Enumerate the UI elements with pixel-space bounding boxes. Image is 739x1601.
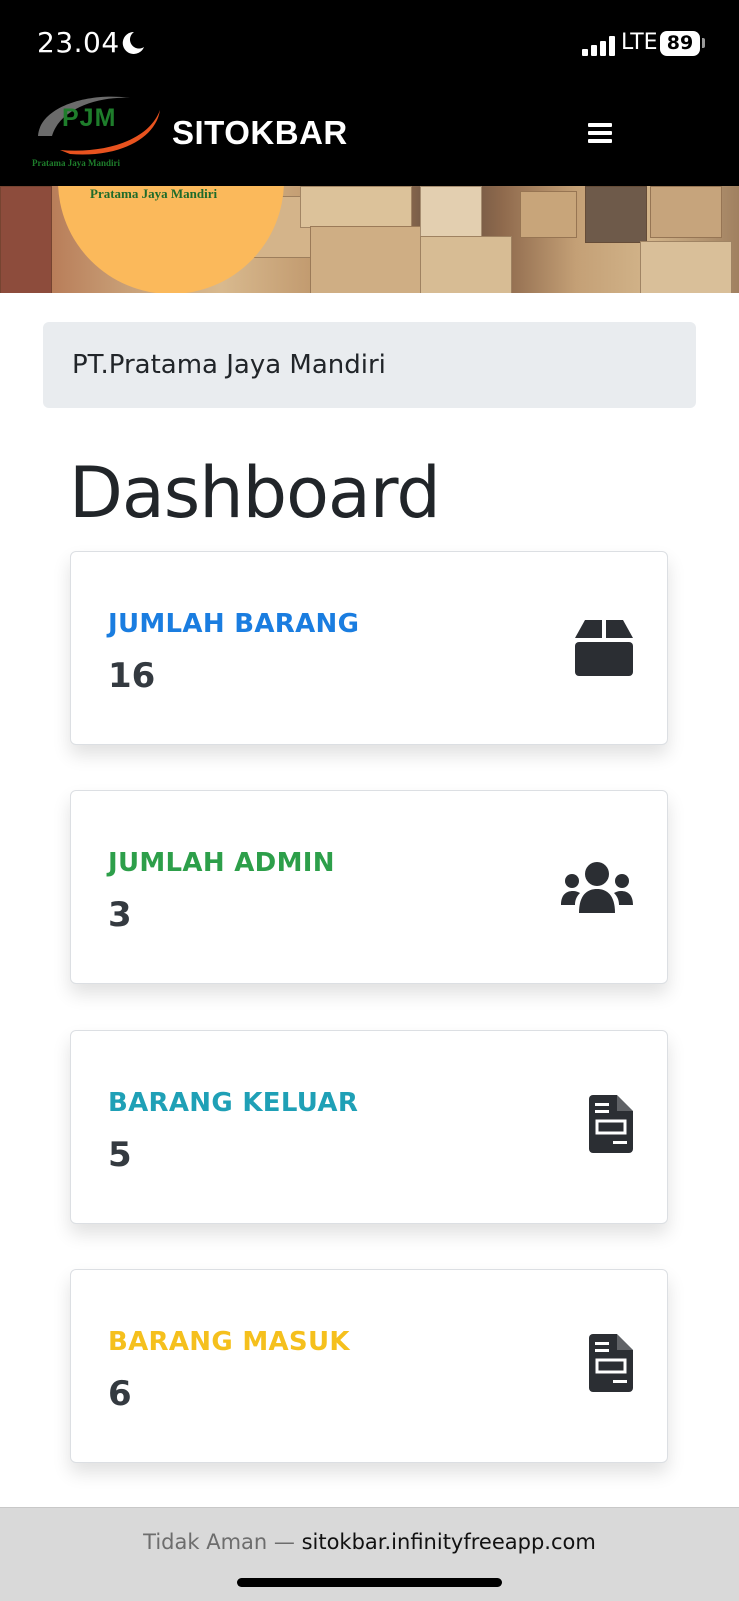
card-value: 5 <box>108 1135 132 1175</box>
breadcrumb: PT.Pratama Jaya Mandiri <box>43 322 696 408</box>
card-label: BARANG KELUAR <box>108 1088 359 1118</box>
stat-card-jumlah-barang[interactable]: JUMLAH BARANG 16 <box>70 551 668 745</box>
status-bar: 23.04 LTE 89 <box>0 0 739 88</box>
battery-level: 89 <box>660 31 700 56</box>
battery-tip <box>702 38 705 48</box>
network-type: LTE <box>621 30 658 55</box>
status-time: 23.04 <box>37 26 120 59</box>
navbar: PJM Pratama Jaya Mandiri SITOKBAR <box>0 88 739 186</box>
hamburger-line <box>588 123 612 127</box>
card-label: JUMLAH BARANG <box>108 609 360 639</box>
menu-toggle-button[interactable] <box>588 123 612 143</box>
banner-box <box>0 186 52 293</box>
banner-box <box>650 186 722 238</box>
card-value: 6 <box>108 1374 132 1414</box>
logo-text: PJM <box>62 104 117 132</box>
hamburger-line <box>588 131 612 135</box>
card-value: 3 <box>108 895 132 935</box>
banner-box <box>310 226 422 293</box>
file-invoice-icon <box>589 1334 633 1392</box>
stat-card-barang-keluar[interactable]: BARANG KELUAR 5 <box>70 1030 668 1224</box>
users-icon <box>561 862 633 913</box>
logo-tagline: Pratama Jaya Mandiri <box>32 158 120 168</box>
banner-box <box>420 236 512 293</box>
banner-circle: Pratama Jaya Mandiri <box>58 186 284 293</box>
signal-icon <box>582 36 615 56</box>
header-banner: Pratama Jaya Mandiri <box>0 186 739 293</box>
url-display[interactable]: Tidak Aman — sitokbar.infinityfreeapp.co… <box>0 1530 739 1554</box>
card-label: BARANG MASUK <box>108 1327 350 1357</box>
banner-box <box>520 191 577 238</box>
card-value: 16 <box>108 656 156 696</box>
hamburger-line <box>588 139 612 143</box>
moon-icon <box>122 31 144 54</box>
banner-box <box>585 186 647 243</box>
box-icon <box>575 620 633 676</box>
security-label: Tidak Aman — <box>143 1530 295 1554</box>
page-title: Dashboard <box>69 452 441 534</box>
brand-title[interactable]: SITOKBAR <box>172 114 348 152</box>
banner-box <box>640 241 732 293</box>
banner-box <box>300 186 412 228</box>
banner-circle-text: Pratama Jaya Mandiri <box>90 186 218 201</box>
banner-box <box>420 186 482 238</box>
file-invoice-icon <box>589 1095 633 1153</box>
stat-card-jumlah-admin[interactable]: JUMLAH ADMIN 3 <box>70 790 668 984</box>
card-label: JUMLAH ADMIN <box>108 848 335 878</box>
stat-card-barang-masuk[interactable]: BARANG MASUK 6 <box>70 1269 668 1463</box>
url-domain: sitokbar.infinityfreeapp.com <box>301 1530 596 1554</box>
home-indicator[interactable] <box>237 1578 502 1587</box>
